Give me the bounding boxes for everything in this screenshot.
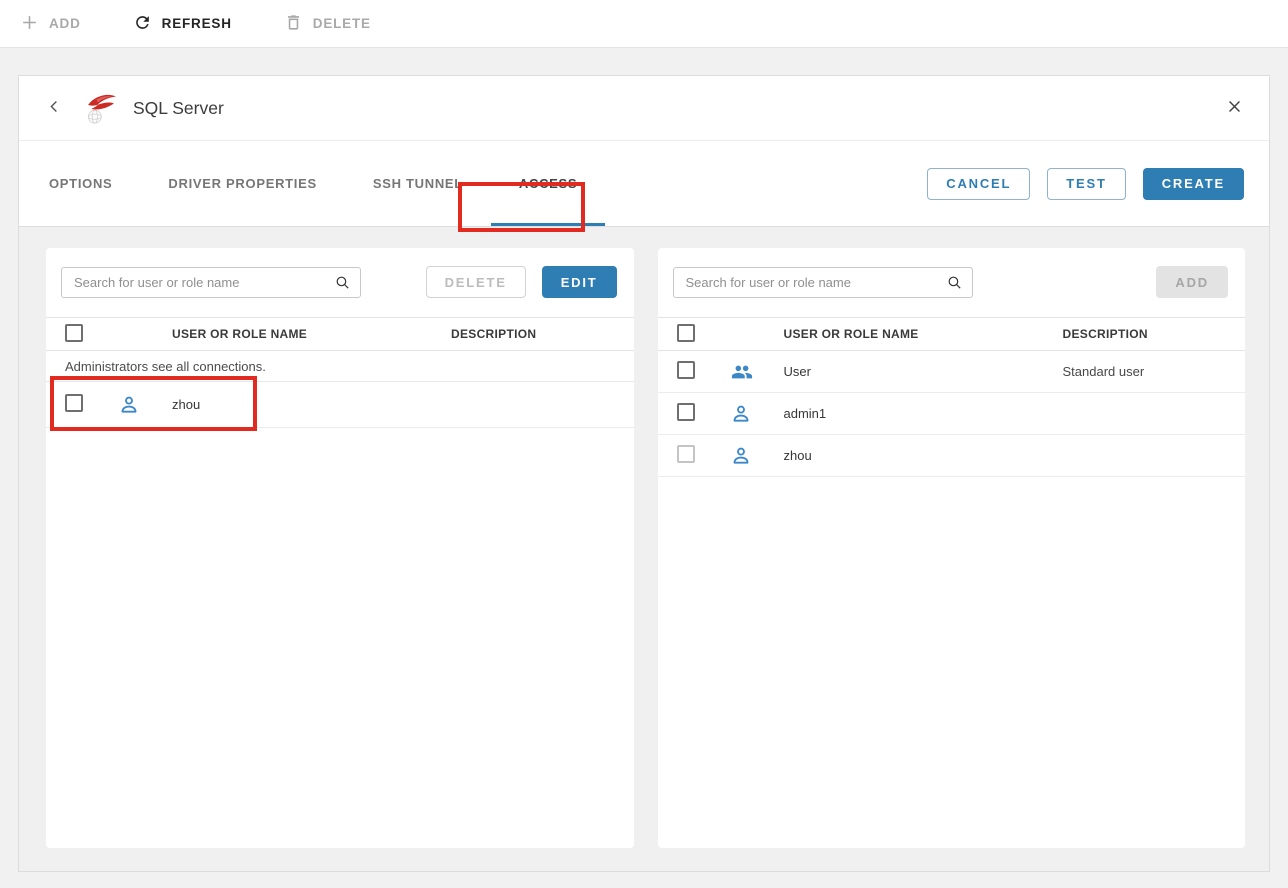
granted-search-input[interactable] bbox=[61, 267, 361, 298]
top-toolbar: ADD REFRESH DELETE bbox=[0, 0, 1288, 48]
cancel-button[interactable]: CANCEL bbox=[927, 168, 1030, 200]
granted-col-name: USER OR ROLE NAME bbox=[172, 327, 451, 341]
row-name: admin1 bbox=[784, 406, 1063, 421]
row-name: User bbox=[784, 364, 1063, 379]
tab-ssh-tunnel[interactable]: SSH TUNNEL bbox=[345, 141, 491, 226]
available-users-panel: ADD USER OR ROLE NAME DESCRIPTION User S… bbox=[658, 248, 1246, 848]
tab-driver-properties[interactable]: DRIVER PROPERTIES bbox=[140, 141, 344, 226]
row-name: zhou bbox=[784, 448, 1063, 463]
dialog-actions: CANCEL TEST CREATE bbox=[927, 141, 1269, 226]
user-role-checkbox[interactable] bbox=[677, 361, 695, 379]
close-button[interactable] bbox=[1226, 98, 1243, 118]
search-icon bbox=[334, 274, 351, 296]
plus-icon bbox=[20, 13, 39, 35]
tab-options[interactable]: OPTIONS bbox=[21, 141, 140, 226]
tab-access[interactable]: ACCESS bbox=[491, 141, 605, 226]
zhou-checkbox[interactable] bbox=[677, 445, 695, 463]
test-button[interactable]: TEST bbox=[1047, 168, 1125, 200]
delete-button[interactable]: DELETE bbox=[284, 13, 371, 35]
refresh-button[interactable]: REFRESH bbox=[133, 13, 232, 35]
available-col-name: USER OR ROLE NAME bbox=[784, 327, 1063, 341]
tab-access-label: ACCESS bbox=[519, 176, 577, 191]
granted-edit-button[interactable]: EDIT bbox=[542, 266, 617, 298]
access-content: DELETE EDIT USER OR ROLE NAME DESCRIPTIO… bbox=[19, 227, 1269, 871]
granted-zhou-checkbox[interactable] bbox=[65, 394, 83, 412]
user-icon bbox=[730, 445, 784, 467]
create-button[interactable]: CREATE bbox=[1143, 168, 1244, 200]
user-icon bbox=[730, 403, 784, 425]
trash-icon bbox=[284, 13, 303, 35]
add-button[interactable]: ADD bbox=[20, 13, 81, 35]
granted-users-toolbar: DELETE EDIT bbox=[46, 248, 634, 317]
tab-ssh-tunnel-label: SSH TUNNEL bbox=[373, 176, 463, 191]
user-icon bbox=[118, 394, 172, 416]
refresh-icon bbox=[133, 13, 152, 35]
available-table-header: USER OR ROLE NAME DESCRIPTION bbox=[658, 317, 1246, 351]
refresh-button-label: REFRESH bbox=[162, 16, 232, 31]
row-name: zhou bbox=[172, 397, 451, 412]
available-col-description: DESCRIPTION bbox=[1063, 327, 1246, 341]
connection-dialog: SQL Server OPTIONS DRIVER PROPERTIES SSH… bbox=[18, 75, 1270, 872]
granted-table-header: USER OR ROLE NAME DESCRIPTION bbox=[46, 317, 634, 351]
available-select-all-checkbox[interactable] bbox=[677, 324, 695, 342]
tab-strip: OPTIONS DRIVER PROPERTIES SSH TUNNEL ACC… bbox=[19, 141, 1269, 227]
table-row-admin1[interactable]: admin1 bbox=[658, 393, 1246, 435]
search-icon bbox=[946, 274, 963, 296]
granted-select-all-checkbox[interactable] bbox=[65, 324, 83, 342]
table-row-zhou[interactable]: zhou bbox=[658, 435, 1246, 477]
chevron-left-icon bbox=[47, 99, 62, 117]
tab-options-label: OPTIONS bbox=[49, 176, 112, 191]
admins-info-row: Administrators see all connections. bbox=[46, 351, 634, 382]
row-description: Standard user bbox=[1063, 364, 1246, 379]
add-button-label: ADD bbox=[49, 16, 81, 31]
team-icon bbox=[730, 361, 784, 383]
table-row-user-role[interactable]: User Standard user bbox=[658, 351, 1246, 393]
dialog-header: SQL Server bbox=[19, 76, 1269, 141]
available-users-toolbar: ADD bbox=[658, 248, 1246, 317]
sql-server-logo bbox=[82, 90, 119, 127]
granted-col-description: DESCRIPTION bbox=[451, 327, 634, 341]
back-button[interactable] bbox=[47, 99, 62, 117]
available-add-button[interactable]: ADD bbox=[1156, 266, 1228, 298]
available-search bbox=[673, 267, 973, 298]
granted-search bbox=[61, 267, 361, 298]
available-search-input[interactable] bbox=[673, 267, 973, 298]
admin1-checkbox[interactable] bbox=[677, 403, 695, 421]
close-icon bbox=[1226, 98, 1243, 118]
delete-button-label: DELETE bbox=[313, 16, 371, 31]
tab-driver-properties-label: DRIVER PROPERTIES bbox=[168, 176, 316, 191]
table-row-granted-zhou[interactable]: zhou bbox=[46, 382, 634, 428]
granted-users-panel: DELETE EDIT USER OR ROLE NAME DESCRIPTIO… bbox=[46, 248, 634, 848]
granted-delete-button[interactable]: DELETE bbox=[426, 266, 526, 298]
dialog-title: SQL Server bbox=[133, 98, 224, 119]
